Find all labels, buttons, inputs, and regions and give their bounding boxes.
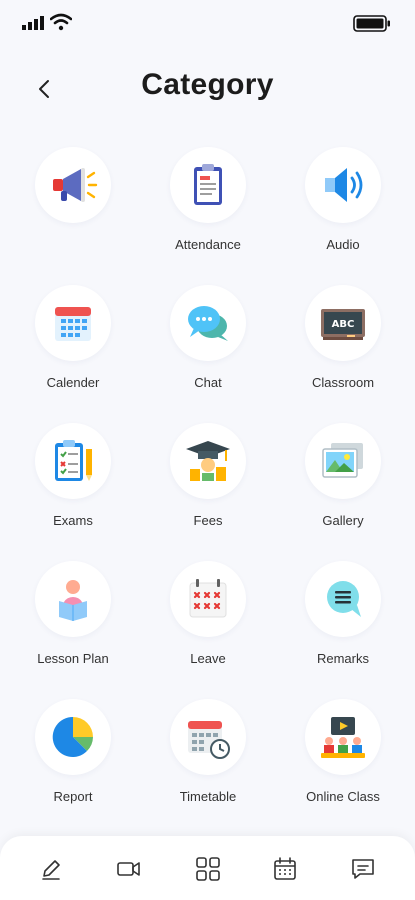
reading-student-icon <box>59 580 87 621</box>
category-lesson-plan[interactable]: Lesson Plan <box>8 561 138 691</box>
category-label: Attendance <box>175 237 241 252</box>
chat-icon <box>188 306 228 341</box>
tile-circle <box>170 285 246 361</box>
category-label: Gallery <box>322 513 364 528</box>
exam-checklist-icon <box>55 440 92 481</box>
category-label: Calender <box>46 375 100 390</box>
blackboard-icon: ABC <box>321 309 365 340</box>
tile-circle <box>170 423 246 499</box>
page-title: Category <box>141 68 274 101</box>
category-attendance[interactable]: Attendance <box>143 147 273 277</box>
calendar-icon <box>274 857 296 880</box>
category-label: Classroom <box>311 375 375 390</box>
category-label: Exams <box>53 513 93 528</box>
tile-circle <box>170 561 246 637</box>
tile-circle <box>35 699 111 775</box>
speaker-icon <box>325 168 363 202</box>
tile-circle: ABC <box>305 285 381 361</box>
category-online-class[interactable]: Online Class <box>278 699 408 829</box>
leave-calendar-icon <box>189 579 227 618</box>
category-label: Remarks <box>316 651 369 666</box>
category-gallery[interactable]: Gallery <box>278 423 408 553</box>
category-label: Audio <box>326 237 360 252</box>
category-report[interactable]: Report <box>8 699 138 829</box>
pie-chart-icon <box>52 716 93 757</box>
nav-video[interactable] <box>114 854 144 884</box>
bottom-nav <box>0 836 415 900</box>
tile-circle <box>305 423 381 499</box>
tile-circle <box>35 285 111 361</box>
grid-icon <box>196 857 220 881</box>
gallery-icon <box>322 443 363 478</box>
header: Category <box>0 58 415 118</box>
category-chat[interactable]: Chat <box>143 285 273 415</box>
category-audio[interactable]: Audio <box>278 147 408 277</box>
clipboard-icon <box>194 164 222 205</box>
nav-edit[interactable] <box>36 854 66 884</box>
online-class-icon <box>321 717 365 758</box>
category-announcement[interactable] <box>8 147 138 277</box>
category-calender[interactable]: Calender <box>8 285 138 415</box>
category-classroom[interactable]: ABC Classroom <box>278 285 408 415</box>
category-label: Report <box>53 789 93 804</box>
tile-circle <box>305 699 381 775</box>
nav-messages[interactable] <box>348 854 378 884</box>
category-remarks[interactable]: Remarks <box>278 561 408 691</box>
tile-circle <box>35 147 111 223</box>
tile-circle <box>35 561 111 637</box>
tile-circle <box>35 423 111 499</box>
tile-circle <box>170 147 246 223</box>
category-label: Timetable <box>179 789 237 804</box>
battery-icon <box>353 15 390 32</box>
remarks-bubble-icon <box>327 581 361 617</box>
category-timetable[interactable]: Timetable <box>143 699 273 829</box>
message-icon <box>352 859 374 879</box>
category-label: Chat <box>194 375 222 390</box>
edit-icon <box>42 860 60 880</box>
category-label: Fees <box>193 513 223 528</box>
megaphone-icon <box>53 168 98 202</box>
category-label: Online Class <box>306 789 380 804</box>
category-label: Lesson Plan <box>37 651 109 666</box>
tile-circle <box>305 561 381 637</box>
video-icon <box>117 862 140 876</box>
category-leave[interactable]: Leave <box>143 561 273 691</box>
nav-categories[interactable] <box>193 854 223 884</box>
category-fees[interactable]: Fees <box>143 423 273 553</box>
tile-circle <box>170 699 246 775</box>
signal-icon <box>22 16 44 30</box>
wifi-icon <box>50 13 72 31</box>
calendar-icon <box>55 307 91 341</box>
timetable-icon <box>188 721 230 759</box>
tile-circle <box>305 147 381 223</box>
nav-calendar[interactable] <box>270 854 300 884</box>
category-exams[interactable]: Exams <box>8 423 138 553</box>
category-label: Leave <box>190 651 226 666</box>
svg-text:ABC: ABC <box>332 319 355 330</box>
graduation-fees-icon <box>186 441 230 481</box>
status-bar <box>0 0 415 48</box>
